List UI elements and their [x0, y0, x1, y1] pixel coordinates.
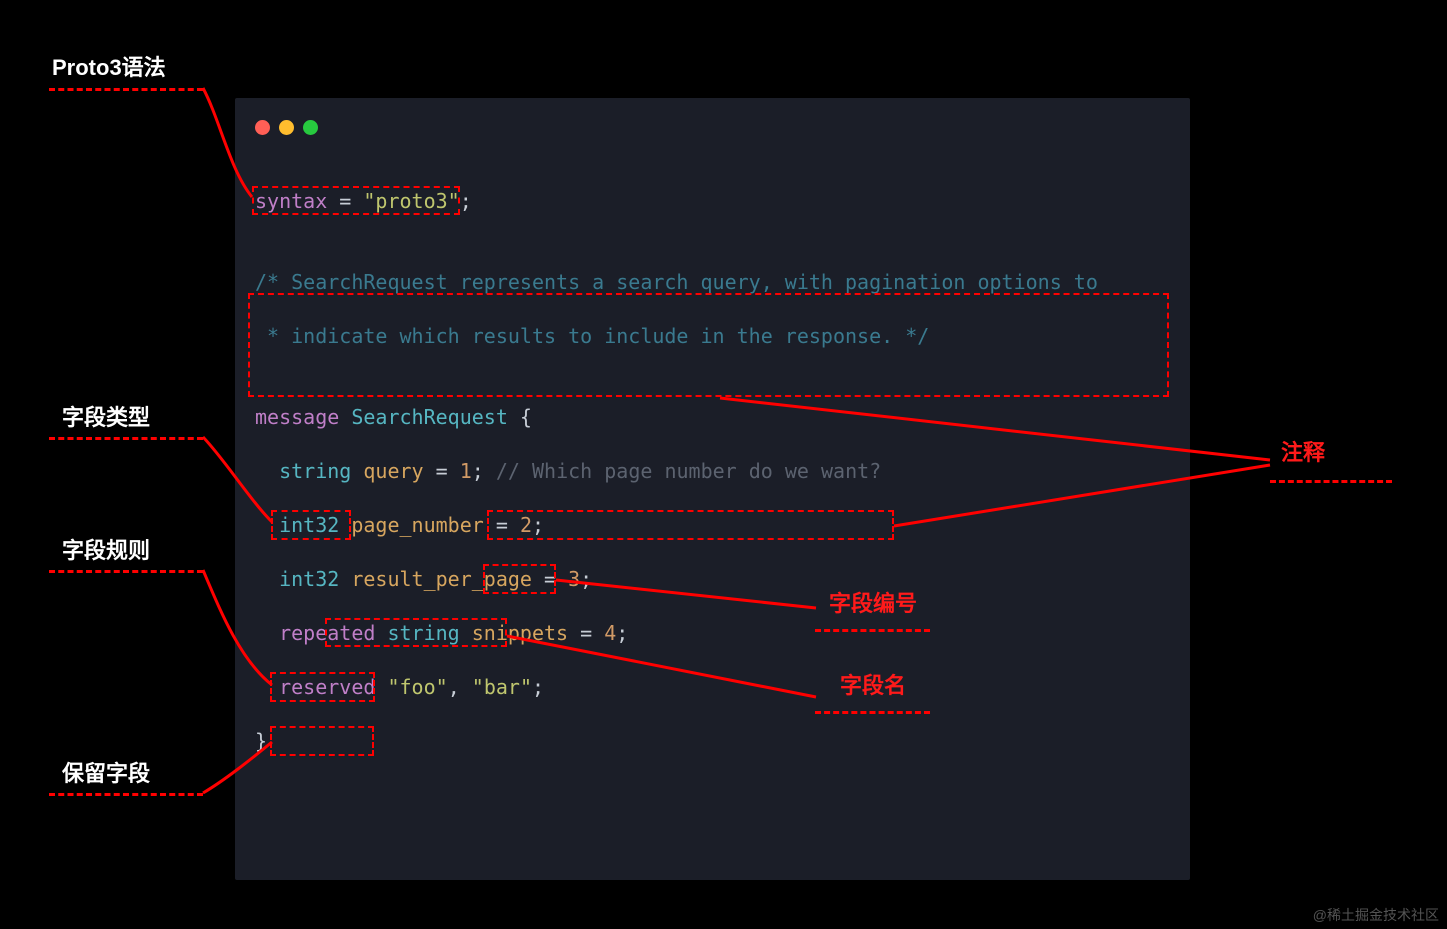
underline-field-rule: [49, 570, 203, 573]
field3-number: 3: [568, 567, 580, 591]
underline-reserved: [49, 793, 203, 796]
highlight-inline-comment: [487, 510, 894, 540]
underline-field-number: [815, 629, 930, 632]
code-content: syntax = "proto3"; /* SearchRequest repr…: [255, 188, 1098, 755]
window-controls: [255, 120, 318, 135]
field1-type: string: [279, 459, 351, 483]
field4-number: 4: [604, 621, 616, 645]
label-field-type: 字段类型: [62, 400, 150, 432]
watermark: @稀土掘金技术社区: [1313, 905, 1439, 925]
label-field-name: 字段名: [840, 668, 906, 700]
highlight-syntax: [252, 186, 460, 215]
field2-name: page_number: [339, 513, 496, 537]
highlight-field-type: [271, 510, 351, 540]
highlight-field-number: [483, 564, 556, 594]
inline-comment: // Which page number do we want?: [496, 459, 881, 483]
label-comment: 注释: [1281, 435, 1325, 467]
code-window: syntax = "proto3"; /* SearchRequest repr…: [235, 98, 1190, 880]
underline-field-name: [815, 711, 930, 714]
label-proto3-syntax: Proto3语法: [52, 50, 166, 82]
label-field-number: 字段编号: [829, 586, 917, 618]
label-field-rule: 字段规则: [62, 533, 150, 565]
field3-type: int32: [279, 567, 339, 591]
highlight-field-name: [325, 618, 507, 647]
highlight-block-comment: [248, 293, 1169, 397]
reserved-val2: "bar": [472, 675, 532, 699]
minimize-icon[interactable]: [279, 120, 294, 135]
message-keyword: message: [255, 405, 339, 429]
underline-proto3: [49, 88, 203, 91]
label-reserved-field: 保留字段: [62, 756, 150, 788]
highlight-reserved: [270, 726, 374, 756]
block-comment-line1: /* SearchRequest represents a search que…: [255, 270, 1098, 294]
underline-field-type: [49, 437, 203, 440]
highlight-field-rule: [270, 672, 375, 702]
field1-number: 1: [460, 459, 472, 483]
field1-name: query: [351, 459, 435, 483]
close-icon[interactable]: [255, 120, 270, 135]
reserved-val1: "foo": [387, 675, 447, 699]
underline-comment: [1270, 480, 1392, 483]
message-name: SearchRequest: [339, 405, 520, 429]
maximize-icon[interactable]: [303, 120, 318, 135]
